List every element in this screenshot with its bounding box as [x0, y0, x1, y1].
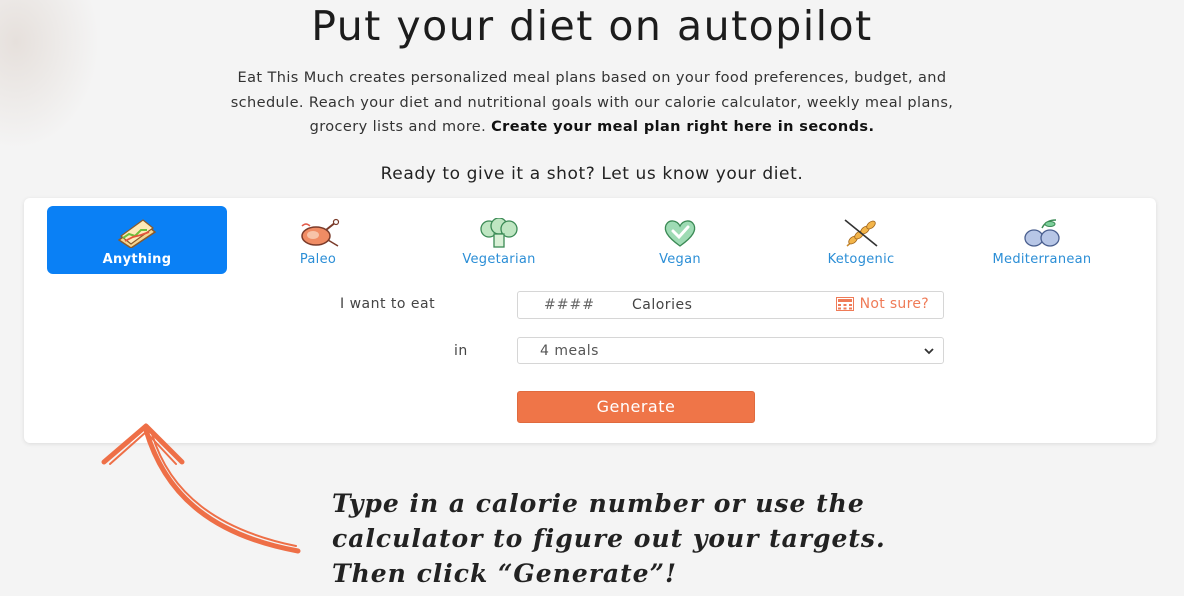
diet-option-mediterranean[interactable]: Mediterranean	[952, 206, 1132, 274]
calculator-icon	[835, 297, 854, 311]
diet-label-ketogenic: Ketogenic	[827, 252, 895, 267]
meals-select[interactable]: 4 meals	[517, 337, 944, 364]
intro-line-2: schedule. Reach your diet and nutritiona…	[230, 94, 954, 111]
generate-button[interactable]: Generate	[517, 391, 755, 423]
heart-check-icon	[664, 220, 696, 247]
calories-unit: Calories	[632, 297, 693, 313]
intro-bold: Create your meal plan right here in seco…	[491, 119, 875, 135]
intro-text: Eat This Much creates personalized meal …	[80, 66, 1104, 140]
diet-option-paleo[interactable]: Paleo	[228, 206, 408, 274]
not-sure-label: Not sure?	[859, 296, 929, 312]
calories-input[interactable]: ####	[544, 297, 595, 313]
broccoli-icon	[480, 218, 518, 248]
meat-icon	[301, 218, 340, 247]
not-sure-link[interactable]: Not sure?	[835, 296, 929, 312]
meals-selected-value: 4 meals	[540, 343, 599, 359]
annotation-line-2: calculator to figure out your targets.	[332, 524, 886, 553]
annotation-arrow-icon	[101, 423, 301, 554]
olives-icon	[1024, 219, 1060, 247]
diet-label-vegan: Vegan	[659, 252, 701, 267]
intro-line-1: Eat This Much creates personalized meal …	[237, 70, 947, 86]
eat-label: I want to eat	[340, 296, 436, 312]
diet-option-vegetarian[interactable]: Vegetarian	[409, 206, 589, 274]
no-wheat-icon	[844, 219, 878, 247]
page-title: Put your diet on autopilot	[311, 2, 873, 50]
annotation-line-1: Type in a calorie number or use the	[332, 489, 865, 518]
diet-label-mediterranean: Mediterranean	[992, 252, 1092, 267]
annotation-note: Type in a calorie number or use the calc…	[332, 486, 992, 591]
diet-prompt: Ready to give it a shot? Let us know you…	[380, 164, 804, 184]
meal-plan-card: Anything Paleo Vegetarian Vegan Ketogeni…	[24, 198, 1156, 443]
sandwich-icon	[117, 219, 157, 248]
calories-field[interactable]: #### Calories Not sure?	[517, 291, 944, 319]
diet-option-vegan[interactable]: Vegan	[590, 206, 770, 274]
chevron-down-icon	[924, 348, 934, 355]
in-label: in	[454, 343, 468, 359]
diet-label-vegetarian: Vegetarian	[462, 252, 536, 267]
diet-label-paleo: Paleo	[299, 252, 337, 267]
diet-option-ketogenic[interactable]: Ketogenic	[771, 206, 951, 274]
diet-option-anything[interactable]: Anything	[47, 206, 227, 274]
intro-line-3: grocery lists and more.	[309, 119, 487, 135]
diet-label-anything: Anything	[102, 252, 172, 267]
annotation-line-3: Then click “Generate”!	[332, 559, 677, 588]
